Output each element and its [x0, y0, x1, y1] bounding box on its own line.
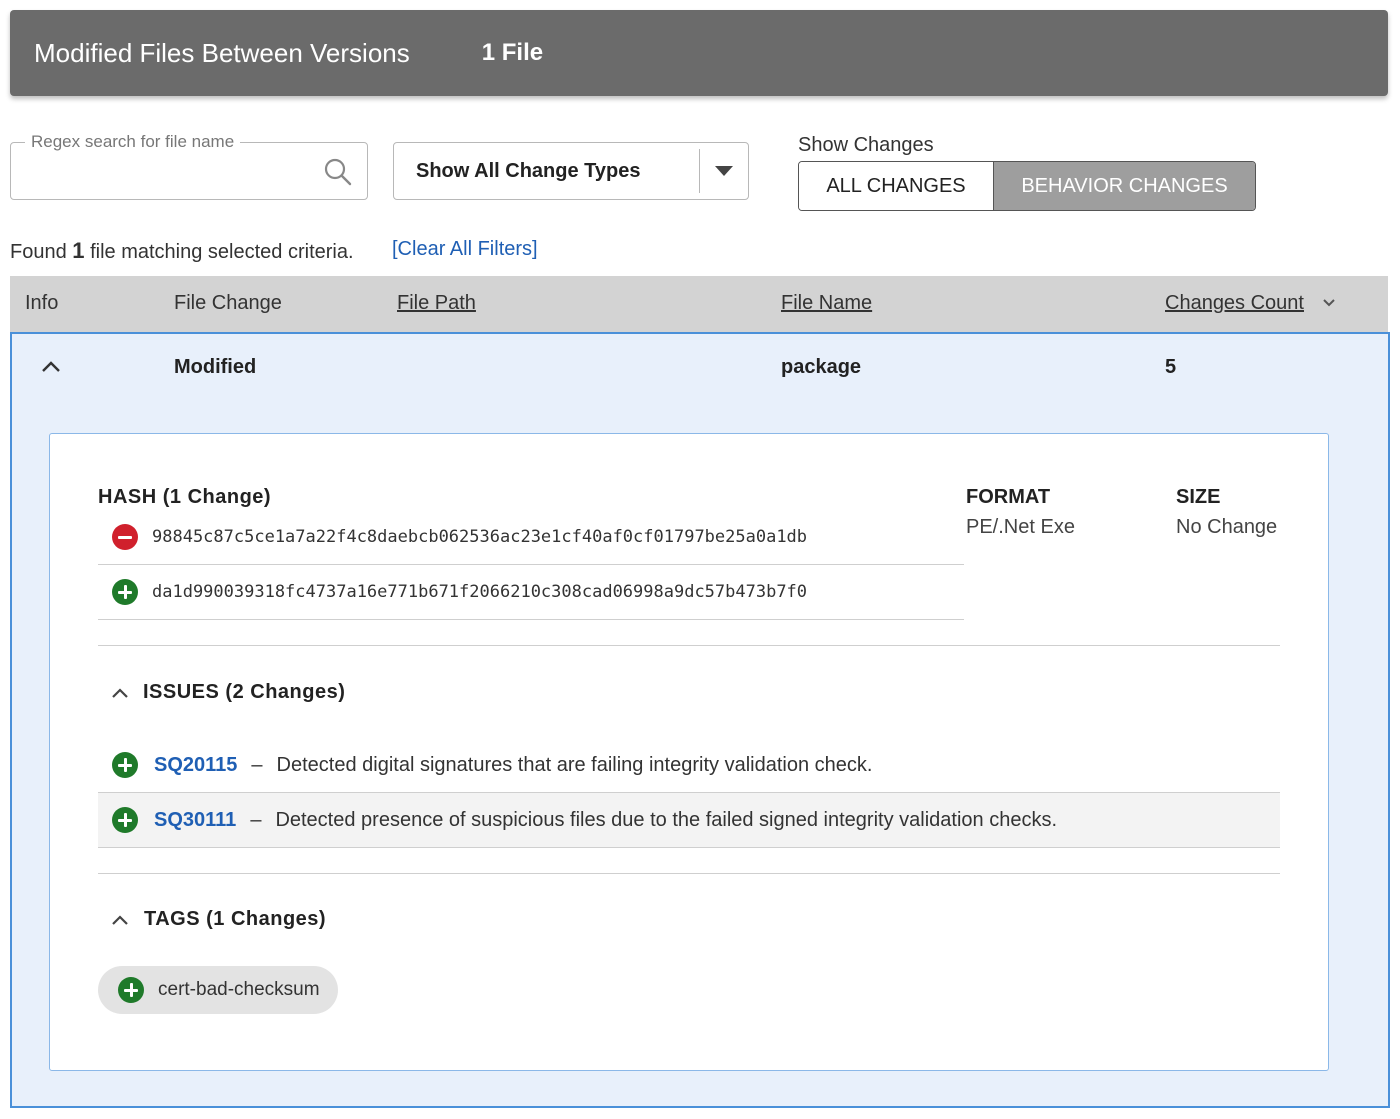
hash-section-title: HASH (1 Change): [98, 486, 272, 508]
chevron-up-icon[interactable]: [110, 913, 130, 927]
column-file-path[interactable]: File Path: [397, 292, 476, 315]
results-summary: Found 1 file matching selected criteria.: [10, 238, 354, 264]
tags-section-title: TAGS (1 Changes): [144, 908, 327, 930]
size-value: No Change: [1176, 516, 1278, 538]
chevron-up-icon[interactable]: [110, 686, 130, 700]
show-changes-label: Show Changes: [798, 134, 934, 156]
page-header: Modified Files Between Versions 1 File: [10, 10, 1388, 96]
column-changes-count[interactable]: Changes Count: [1165, 292, 1304, 315]
format-value: PE/.Net Exe: [966, 516, 1075, 538]
change-detail-panel: HASH (1 Change) 98845c87c5ce1a7a22f4c8da…: [49, 433, 1329, 1071]
section-divider: [98, 645, 1280, 646]
found-prefix: Found: [10, 241, 67, 263]
table-header: Info File Change File Path File Name Cha…: [10, 276, 1388, 332]
plus-circle-icon: [112, 579, 138, 605]
issue-description: Detected presence of suspicious files du…: [275, 808, 1057, 831]
found-suffix: file matching selected criteria.: [90, 241, 354, 263]
section-divider: [98, 873, 1280, 874]
issue-row: SQ20115 – Detected digital signatures th…: [98, 738, 1280, 793]
issues-section-title: ISSUES (2 Changes): [143, 681, 346, 703]
hash-removed: 98845c87c5ce1a7a22f4c8daebcb062536ac23e1…: [152, 527, 808, 547]
regex-search-field[interactable]: Regex search for file name: [10, 132, 368, 200]
file-count: 1 File: [481, 39, 544, 66]
table-row: Modified package 5 HASH (1 Change) 98845…: [10, 332, 1390, 1108]
hash-removed-row: 98845c87c5ce1a7a22f4c8daebcb062536ac23e1…: [98, 510, 964, 565]
behavior-changes-button[interactable]: BEHAVIOR CHANGES: [994, 162, 1255, 210]
plus-circle-icon: [118, 977, 144, 1003]
row-file-change: Modified: [174, 356, 257, 378]
show-changes-toggle: ALL CHANGES BEHAVIOR CHANGES: [798, 161, 1256, 211]
all-changes-button[interactable]: ALL CHANGES: [799, 162, 994, 210]
tag-chip[interactable]: cert-bad-checksum: [98, 966, 338, 1014]
issue-row: SQ30111 – Detected presence of suspiciou…: [98, 793, 1280, 848]
issue-description: Detected digital signatures that are fai…: [276, 753, 873, 776]
tag-label: cert-bad-checksum: [158, 979, 320, 1000]
format-label: FORMAT: [966, 486, 1051, 508]
change-type-select[interactable]: Show All Change Types: [393, 142, 749, 200]
clear-all-filters-link[interactable]: [Clear All Filters]: [392, 238, 538, 261]
dropdown-caret-icon[interactable]: [700, 143, 748, 199]
size-label: SIZE: [1176, 486, 1221, 508]
issue-code[interactable]: SQ20115: [154, 754, 237, 777]
row-changes-count: 5: [1165, 356, 1177, 378]
hash-added: da1d990039318fc4737a16e771b671f2066210c3…: [152, 582, 808, 602]
column-file-name[interactable]: File Name: [781, 292, 872, 315]
found-count: 1: [72, 238, 85, 263]
hash-added-row: da1d990039318fc4737a16e771b671f2066210c3…: [98, 565, 964, 620]
minus-circle-icon: [112, 524, 138, 550]
chevron-up-icon[interactable]: [40, 356, 62, 378]
page-title: Modified Files Between Versions: [34, 37, 410, 68]
search-icon[interactable]: [323, 157, 353, 187]
plus-circle-icon: [112, 807, 138, 833]
column-file-change: File Change: [174, 292, 282, 314]
column-info: Info: [25, 292, 59, 314]
issue-dash: –: [251, 753, 263, 776]
search-legend: Regex search for file name: [25, 132, 241, 152]
plus-circle-icon: [112, 752, 138, 778]
chevron-down-icon[interactable]: [1322, 298, 1336, 308]
row-file-name: package: [781, 356, 862, 378]
issue-code[interactable]: SQ30111: [154, 809, 236, 832]
search-input[interactable]: [23, 157, 313, 187]
issue-dash: –: [250, 808, 262, 831]
change-type-value: Show All Change Types: [416, 159, 641, 182]
